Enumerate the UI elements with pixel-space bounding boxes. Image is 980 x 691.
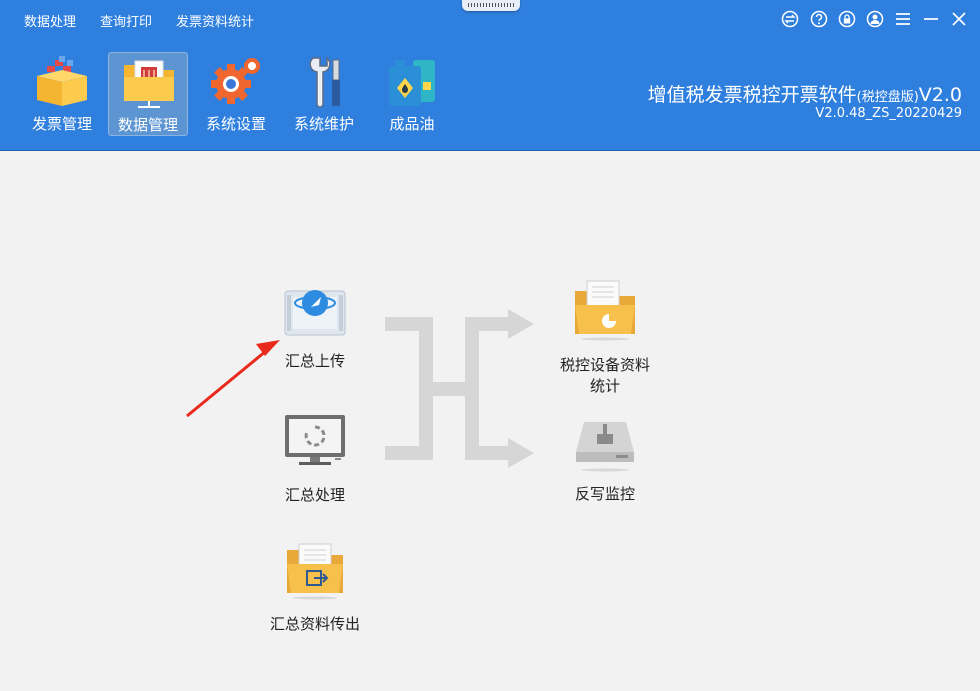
app-edition: (税控盘版)	[856, 90, 919, 105]
node-label: 反写监控	[574, 485, 635, 503]
toolbar-label: 发票管理	[31, 115, 92, 133]
upload-browser-icon	[284, 290, 346, 336]
flow-arrows	[385, 309, 534, 468]
toolbar-label: 系统维护	[293, 115, 354, 133]
data-folder-icon	[124, 60, 174, 108]
close-icon[interactable]	[950, 10, 968, 28]
flow-diagram	[186, 309, 534, 468]
node-label-line: 统计	[589, 377, 620, 395]
drive-brush-icon	[576, 422, 634, 472]
help-icon[interactable]	[810, 10, 828, 28]
app-title: 增值税发票税控开票软件(税控盘版)V2.0	[648, 80, 962, 107]
node-summary-process[interactable]: 汇总处理	[270, 413, 360, 506]
toolbar-label: 系统设置	[205, 115, 266, 133]
folder-chart-icon	[575, 280, 635, 341]
menu-data-processing[interactable]: 数据处理	[24, 11, 76, 30]
app-version-suffix: V2.0	[918, 84, 962, 106]
node-label-line: 税控设备资料	[559, 356, 650, 374]
window-drag-handle[interactable]	[462, 0, 520, 11]
folder-export-icon	[287, 543, 343, 600]
node-write-back-monitor[interactable]: 反写监控	[555, 414, 655, 505]
node-summary-upload[interactable]: 汇总上传	[270, 283, 360, 372]
node-label: 汇总上传	[284, 352, 345, 370]
app-version: V2.0.48_ZS_20220429	[815, 106, 962, 121]
toolbar-label: 数据管理	[117, 116, 178, 134]
tools-icon	[309, 56, 340, 108]
gear-settings-icon	[211, 58, 260, 104]
red-annotation-arrow	[186, 340, 280, 418]
toolbar-data-management[interactable]: 数据管理	[108, 52, 188, 136]
node-device-stats[interactable]: 税控设备资料 统计	[545, 279, 665, 397]
menu-query-print[interactable]: 查询打印	[100, 11, 152, 30]
node-label: 税控设备资料 统计	[545, 355, 665, 397]
node-summary-export[interactable]: 汇总资料传出	[255, 540, 375, 635]
user-icon[interactable]	[866, 10, 884, 28]
toolbar-system-maintenance[interactable]: 系统维护	[284, 52, 364, 136]
toolbar-system-settings[interactable]: 系统设置	[196, 52, 276, 136]
top-header: 数据处理 查询打印 发票资料统计 发票管理 数据管理 系统设置 系统维护 成品油…	[0, 0, 980, 150]
lock-icon[interactable]	[838, 10, 856, 28]
invoice-box-icon	[37, 56, 87, 106]
toolbar-label: 成品油	[389, 115, 435, 133]
monitor-process-icon	[285, 415, 345, 465]
menu-invoice-stats[interactable]: 发票资料统计	[176, 11, 254, 30]
node-label: 汇总处理	[284, 486, 345, 504]
oil-can-icon	[389, 60, 435, 106]
toolbar-refined-oil[interactable]: 成品油	[372, 52, 452, 136]
swap-icon[interactable]	[781, 10, 799, 28]
toolbar-invoice-management[interactable]: 发票管理	[22, 52, 102, 136]
menu-icon[interactable]	[894, 10, 912, 28]
node-label: 汇总资料传出	[269, 615, 360, 633]
app-title-text: 增值税发票税控开票软件	[647, 84, 857, 106]
minimize-icon[interactable]	[922, 10, 940, 28]
